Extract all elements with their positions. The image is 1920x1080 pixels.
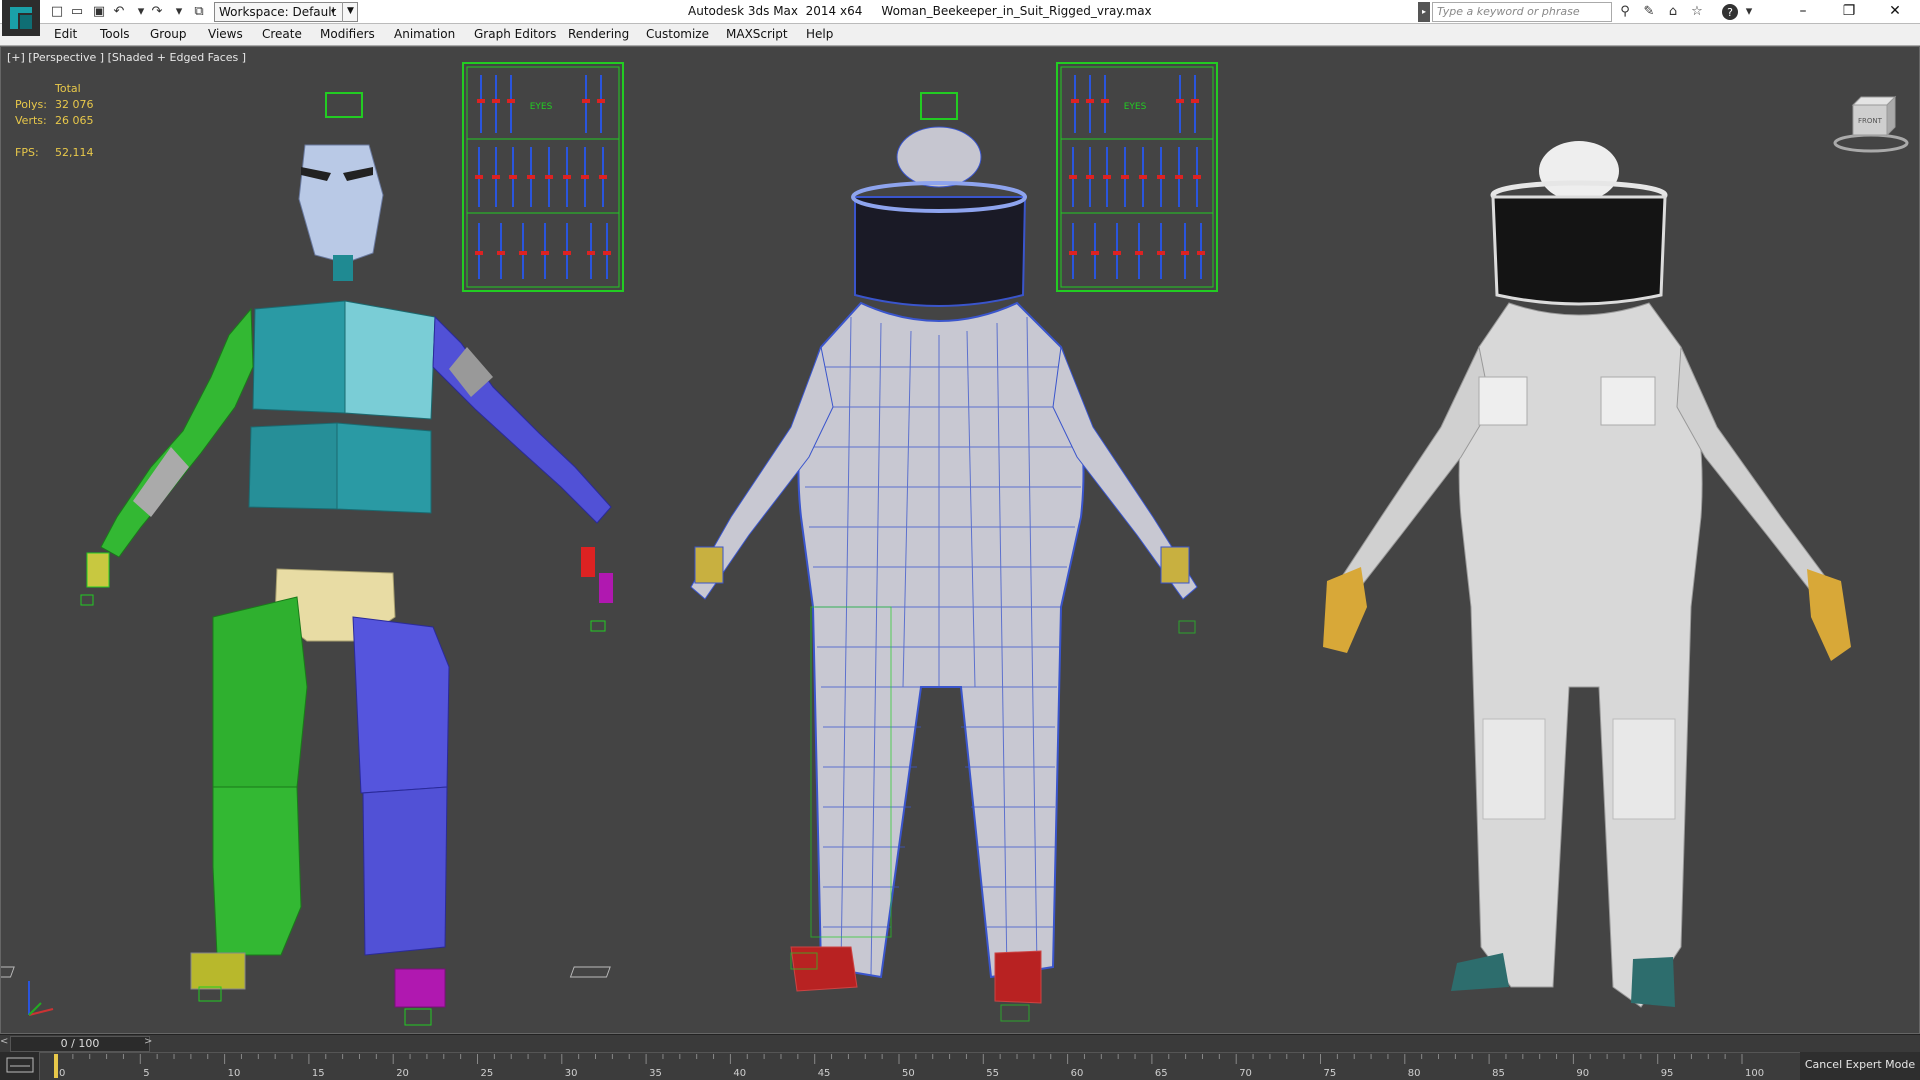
- ruler-label: 25: [481, 1068, 494, 1079]
- axis-tripod-icon: [28, 981, 54, 1016]
- facial-control-panel-left: EYES: [462, 62, 624, 292]
- time-slider[interactable]: < 0 / 100 >: [0, 1034, 1920, 1052]
- help-dropdown-icon[interactable]: ▾: [1740, 3, 1758, 20]
- ruler-label: 55: [986, 1068, 999, 1079]
- menu-animation[interactable]: Animation: [394, 27, 455, 41]
- menu-customize[interactable]: Customize: [646, 27, 709, 41]
- ruler-label: 5: [143, 1068, 149, 1079]
- restore-button[interactable]: ❐: [1826, 0, 1872, 24]
- save-icon[interactable]: ▣: [90, 3, 108, 20]
- redo-icon[interactable]: ↷: [148, 3, 166, 20]
- perspective-viewport[interactable]: [+] [Perspective ] [Shaded + Edged Faces…: [0, 46, 1920, 1034]
- ruler-label: 60: [1071, 1068, 1084, 1079]
- current-frame-marker[interactable]: [54, 1054, 58, 1078]
- ruler-label: 90: [1576, 1068, 1589, 1079]
- menu-group[interactable]: Group: [150, 27, 187, 41]
- title-bar: □ ▭ ▣ ↶ ▾ ↷ ▾ ⧉ Workspace: Default ▾ ▼ A…: [0, 0, 1920, 36]
- menu-graph-editors[interactable]: Graph Editors: [474, 27, 556, 41]
- ruler-label: 30: [565, 1068, 578, 1079]
- menu-maxscript[interactable]: MAXScript: [726, 27, 788, 41]
- help-icon[interactable]: ?: [1722, 4, 1738, 20]
- ruler-label: 85: [1492, 1068, 1505, 1079]
- ruler-label: 40: [733, 1068, 746, 1079]
- prev-frame-icon[interactable]: <: [0, 1036, 8, 1047]
- close-button[interactable]: ✕: [1872, 0, 1918, 24]
- ruler-label: 35: [649, 1068, 662, 1079]
- menu-help[interactable]: Help: [806, 27, 833, 41]
- workspace-dropdown[interactable]: Workspace: Default ▾: [214, 2, 358, 22]
- open-file-icon[interactable]: ▭: [68, 3, 86, 20]
- frame-counter[interactable]: 0 / 100: [10, 1036, 150, 1052]
- ruler-label: 50: [902, 1068, 915, 1079]
- ruler-label: 100: [1745, 1068, 1764, 1079]
- communication-center-icon[interactable]: ✎: [1640, 3, 1658, 20]
- window-title: Autodesk 3ds Max 2014 x64 Woman_Beekeepe…: [688, 4, 1152, 18]
- rig-skeleton-figure[interactable]: [1, 92, 613, 1026]
- svg-text:EYES: EYES: [1124, 102, 1147, 112]
- search-expand-icon[interactable]: ▸: [1418, 2, 1430, 22]
- 3dsmax-logo-icon: [10, 7, 32, 29]
- menu-bar: Edit Tools Group Views Create Modifiers …: [0, 24, 1920, 46]
- ruler-label: 20: [396, 1068, 409, 1079]
- ruler-label: 80: [1408, 1068, 1421, 1079]
- cancel-expert-mode-button[interactable]: Cancel Expert Mode: [1800, 1052, 1920, 1080]
- menu-rendering[interactable]: Rendering: [568, 27, 629, 41]
- scene-canvas: EYES EYES: [1, 62, 1851, 1026]
- rendered-beekeeper-figure[interactable]: [1323, 141, 1851, 1008]
- minimize-button[interactable]: –: [1780, 0, 1826, 24]
- ruler-label: 65: [1155, 1068, 1168, 1079]
- new-file-icon[interactable]: □: [48, 3, 66, 20]
- menu-modifiers[interactable]: Modifiers: [320, 27, 375, 41]
- workspace-menu-button[interactable]: ▼: [342, 2, 358, 22]
- wireframe-suit-figure[interactable]: [569, 92, 1198, 1022]
- menu-views[interactable]: Views: [208, 27, 243, 41]
- star-icon[interactable]: ☆: [1688, 3, 1706, 20]
- facial-control-panel-right: EYES: [1056, 62, 1218, 292]
- search-input[interactable]: Type a keyword or phrase: [1432, 2, 1612, 22]
- workspace-label: Workspace: Default: [219, 5, 337, 19]
- chevron-down-icon: ▾: [330, 7, 335, 16]
- binoculars-icon[interactable]: ⚲: [1616, 3, 1634, 20]
- ruler-label: 75: [1324, 1068, 1337, 1079]
- favorites-icon[interactable]: ⌂: [1664, 3, 1682, 20]
- app-menu-button[interactable]: [2, 0, 40, 36]
- ruler-label: 0: [59, 1068, 65, 1079]
- ruler-label: 45: [818, 1068, 831, 1079]
- undo-icon[interactable]: ↶: [110, 3, 128, 20]
- menu-tools[interactable]: Tools: [100, 27, 130, 41]
- ruler-label: 10: [228, 1068, 241, 1079]
- next-frame-icon[interactable]: >: [144, 1036, 152, 1047]
- ruler-label: 15: [312, 1068, 325, 1079]
- menu-create[interactable]: Create: [262, 27, 302, 41]
- ruler-label: 70: [1239, 1068, 1252, 1079]
- project-folder-icon[interactable]: ⧉: [190, 3, 208, 20]
- menu-edit[interactable]: Edit: [54, 27, 77, 41]
- redo-dropdown-icon[interactable]: ▾: [170, 3, 188, 20]
- svg-text:EYES: EYES: [530, 102, 553, 112]
- track-ruler[interactable]: 0 5 10 15 20 25 30 35 40 45 50 55 60 65 70 75 80 85 90 95 10…: [0, 1052, 1790, 1080]
- ruler-label: 95: [1661, 1068, 1674, 1079]
